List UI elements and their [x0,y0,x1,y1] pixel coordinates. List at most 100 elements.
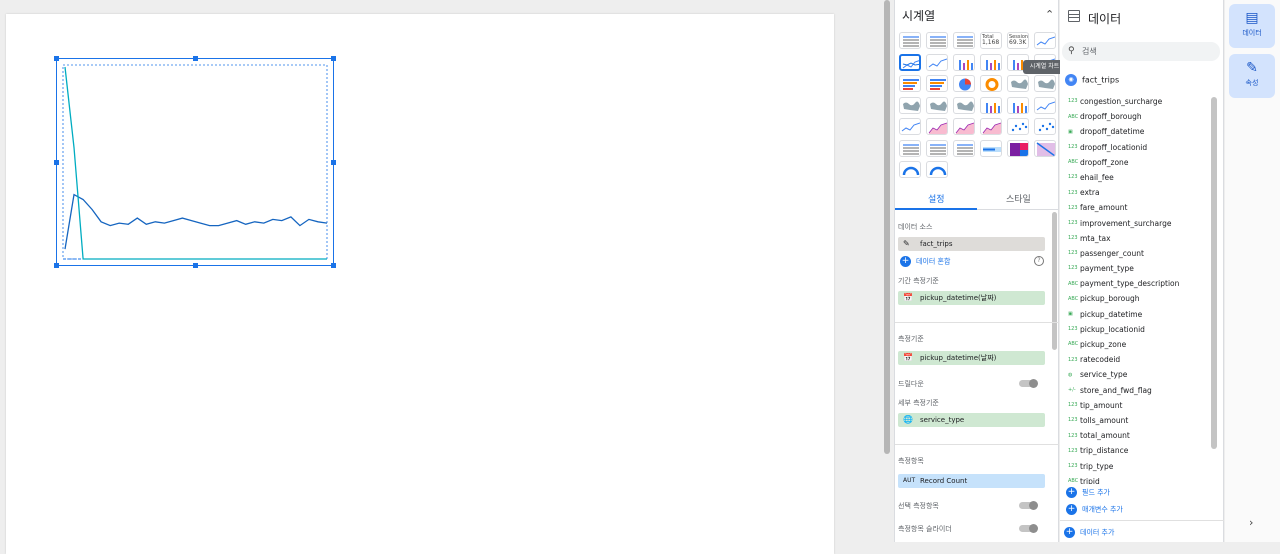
bar-chart-icon[interactable] [980,53,1002,71]
resize-handle[interactable] [331,263,336,268]
line-chart-icon[interactable] [926,53,948,71]
gauge-icon[interactable] [899,161,921,178]
field-item[interactable]: ABC pickup_borough [1060,291,1210,306]
field-item[interactable]: 123 ehail_fee [1060,170,1210,185]
breakdown-chip[interactable]: 🌐 service_type [898,413,1045,427]
data-source-chip[interactable]: ✎ fact_trips [898,237,1045,251]
pencil-icon[interactable]: ✎ [903,237,910,251]
field-item[interactable]: ABC payment_type_description [1060,276,1210,291]
scatter-chart-icon[interactable] [1034,118,1056,135]
area-chart-icon[interactable] [980,118,1002,135]
data-source-item[interactable]: ◉ fact_trips [1065,74,1119,86]
field-item[interactable]: 123 passenger_count [1060,246,1210,261]
area-chart-icon[interactable] [926,118,948,135]
bar-chart-icon[interactable] [980,96,1002,114]
geo-map-icon[interactable] [953,96,975,114]
field-item[interactable]: ABC dropoff_borough [1060,109,1210,124]
pie-chart-icon[interactable] [953,75,975,92]
bar-chart-icon[interactable] [953,53,975,71]
resize-handle[interactable] [54,160,59,165]
resize-handle[interactable] [54,56,59,61]
field-item[interactable]: 123 payment_type [1060,261,1210,276]
table-chart-icon[interactable] [899,32,921,49]
optional-metrics-toggle[interactable] [1019,501,1038,510]
field-item[interactable]: ABC dropoff_zone [1060,155,1210,170]
donut-chart-icon[interactable] [980,75,1002,92]
time-series-chart[interactable] [54,56,336,268]
field-item[interactable]: 123 tip_amount [1060,398,1210,413]
field-item[interactable]: 123 tolls_amount [1060,413,1210,428]
pivot-table-icon[interactable] [926,139,948,157]
resize-handle[interactable] [193,56,198,61]
horizontal-bar-chart-icon[interactable] [899,75,921,92]
data-panel: 데이터 ⚲ 검색 ◉ fact_trips 123 congestion_surcha… [1060,0,1224,542]
metric-sliders-toggle[interactable] [1019,524,1038,533]
field-item[interactable]: 123 trip_type [1060,459,1210,474]
drill-down-toggle[interactable] [1019,379,1038,388]
date-range-chip[interactable]: 📅 pickup_datetime(날짜) [898,291,1045,305]
field-item[interactable]: 123 pickup_locationid [1060,322,1210,337]
add-parameter-link[interactable]: + 매개변수 추가 [1066,504,1123,515]
field-item[interactable]: 123 mta_tax [1060,231,1210,246]
resize-handle[interactable] [54,263,59,268]
field-item[interactable]: ◍ service_type [1060,367,1210,382]
scorecard-icon[interactable]: Total 1,168 [980,32,1002,49]
geo-map-icon[interactable] [1034,75,1056,92]
dimension-chip[interactable]: 📅 pickup_datetime(날짜) [898,351,1045,365]
field-item[interactable]: ▣ dropoff_datetime [1060,124,1210,139]
field-item[interactable]: ABC pickup_zone [1060,337,1210,352]
collapse-icon[interactable]: ⌃ [1045,8,1054,21]
pivot-table-icon[interactable] [953,139,975,157]
geo-map-icon[interactable] [899,96,921,114]
field-item[interactable]: 123 extra [1060,185,1210,200]
line-chart-icon[interactable] [899,118,921,135]
field-item[interactable]: 123 total_amount [1060,428,1210,443]
blend-data-link[interactable]: + 데이터 혼합 [900,256,950,267]
pie-chart-icon-glyph [959,78,971,91]
geo-map-icon[interactable] [1007,75,1029,92]
bullet-chart-icon[interactable] [980,139,1002,157]
field-name: pickup_datetime [1080,309,1143,319]
field-item[interactable]: 123 congestion_surcharge [1060,94,1210,109]
chevron-right-icon[interactable]: › [1249,516,1253,529]
field-item[interactable]: 123 dropoff_locationid [1060,140,1210,155]
field-item[interactable]: 123 fare_amount [1060,200,1210,215]
field-item[interactable]: ▣ pickup_datetime [1060,307,1210,322]
scatter-chart-icon[interactable] [1007,118,1029,135]
panel-scrollbar[interactable] [1052,212,1057,350]
horizontal-bar-chart-icon[interactable] [926,75,948,92]
geo-map-icon[interactable] [926,96,948,114]
resize-handle[interactable] [193,263,198,268]
table-chart-icon[interactable] [926,32,948,49]
tab-setup[interactable]: 설정 [928,192,945,205]
data-rail-button[interactable]: ▤ 데이터 [1229,4,1275,48]
metric-chip[interactable]: AUT Record Count [898,474,1045,488]
heatmap-icon[interactable] [1034,139,1056,157]
report-canvas[interactable] [6,14,834,554]
search-input[interactable]: ⚲ 검색 [1062,42,1220,61]
field-list-scrollbar[interactable] [1211,97,1217,449]
line-chart-icon[interactable] [1034,96,1056,114]
resize-handle[interactable] [331,56,336,61]
help-icon[interactable]: ? [1034,256,1044,266]
field-item[interactable]: 123 improvement_surcharge [1060,216,1210,231]
add-data-link[interactable]: + 데이터 추가 [1064,527,1114,538]
bar-chart-icon[interactable] [1007,96,1029,114]
treemap-icon[interactable] [1007,139,1029,157]
resize-handle[interactable] [331,160,336,165]
properties-rail-button[interactable]: ✎ 속성 [1229,54,1275,98]
field-item[interactable]: 123 ratecodeid [1060,352,1210,367]
tab-style[interactable]: 스타일 [1006,192,1031,205]
canvas-scrollbar[interactable] [884,0,890,454]
field-item[interactable]: 123 trip_distance [1060,443,1210,458]
scorecard-icon[interactable]: Sessions 69.3K [1007,32,1029,49]
table-chart-icon[interactable] [953,32,975,49]
field-item[interactable]: +/- store_and_fwd_flag [1060,383,1210,398]
add-field-link[interactable]: + 필드 추가 [1066,487,1110,498]
line-chart-icon[interactable] [1034,32,1056,49]
gauge-icon[interactable] [926,161,948,178]
time-series-icon[interactable] [899,53,921,71]
field-item[interactable]: ABC tripid [1060,474,1210,484]
area-chart-icon[interactable] [953,118,975,135]
pivot-table-icon[interactable] [899,139,921,157]
